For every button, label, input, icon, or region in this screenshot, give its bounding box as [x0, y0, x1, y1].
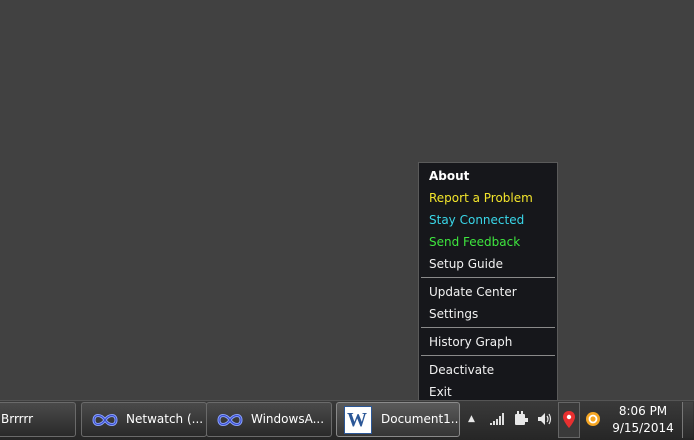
taskbar-button-windowsa[interactable]: WindowsA... — [206, 402, 332, 437]
orange-app-icon[interactable] — [585, 411, 601, 427]
show-hidden-icons-arrow-icon[interactable]: ▲ — [468, 414, 475, 424]
taskbar-button-label: Document1... — [381, 412, 460, 426]
menu-item-deactivate[interactable]: Deactivate — [419, 359, 557, 381]
show-desktop-button[interactable] — [682, 402, 693, 438]
menu-item-about[interactable]: About — [419, 165, 557, 187]
menu-item-update-center[interactable]: Update Center — [419, 281, 557, 303]
network-signal-icon[interactable] — [489, 412, 505, 426]
clock-time: 8:06 PM — [618, 404, 668, 418]
taskbar-button-label: Netwatch (... — [126, 412, 204, 426]
infinity-icon — [217, 414, 243, 426]
desktop-background — [0, 0, 694, 400]
word-icon: W — [344, 406, 372, 434]
taskbar-button-brrrrr[interactable]: Brrrrr — [0, 402, 76, 437]
menu-item-report-a-problem[interactable]: Report a Problem — [419, 187, 557, 209]
taskbar-button-document1[interactable]: W Document1... — [336, 402, 460, 437]
taskbar-button-label: WindowsA... — [251, 412, 325, 426]
menu-item-settings[interactable]: Settings — [419, 303, 557, 325]
menu-item-setup-guide[interactable]: Setup Guide — [419, 253, 557, 275]
taskbar-button-label: Brrrrr — [1, 412, 34, 426]
menu-separator — [421, 327, 555, 328]
clock-date: 9/15/2014 — [612, 421, 674, 435]
volume-icon[interactable] — [537, 411, 553, 427]
menu-separator — [421, 355, 555, 356]
location-pin-icon[interactable] — [562, 410, 576, 430]
menu-item-history-graph[interactable]: History Graph — [419, 331, 557, 353]
menu-item-stay-connected[interactable]: Stay Connected — [419, 209, 557, 231]
tray-context-menu: About Report a Problem Stay Connected Se… — [418, 162, 558, 402]
taskbar-button-netwatch[interactable]: Netwatch (... — [81, 402, 207, 437]
power-plug-icon[interactable] — [513, 410, 529, 428]
menu-separator — [421, 277, 555, 278]
infinity-icon — [92, 414, 118, 426]
system-clock[interactable]: 8:06 PM 9/15/2014 — [608, 403, 678, 437]
menu-item-send-feedback[interactable]: Send Feedback — [419, 231, 557, 253]
